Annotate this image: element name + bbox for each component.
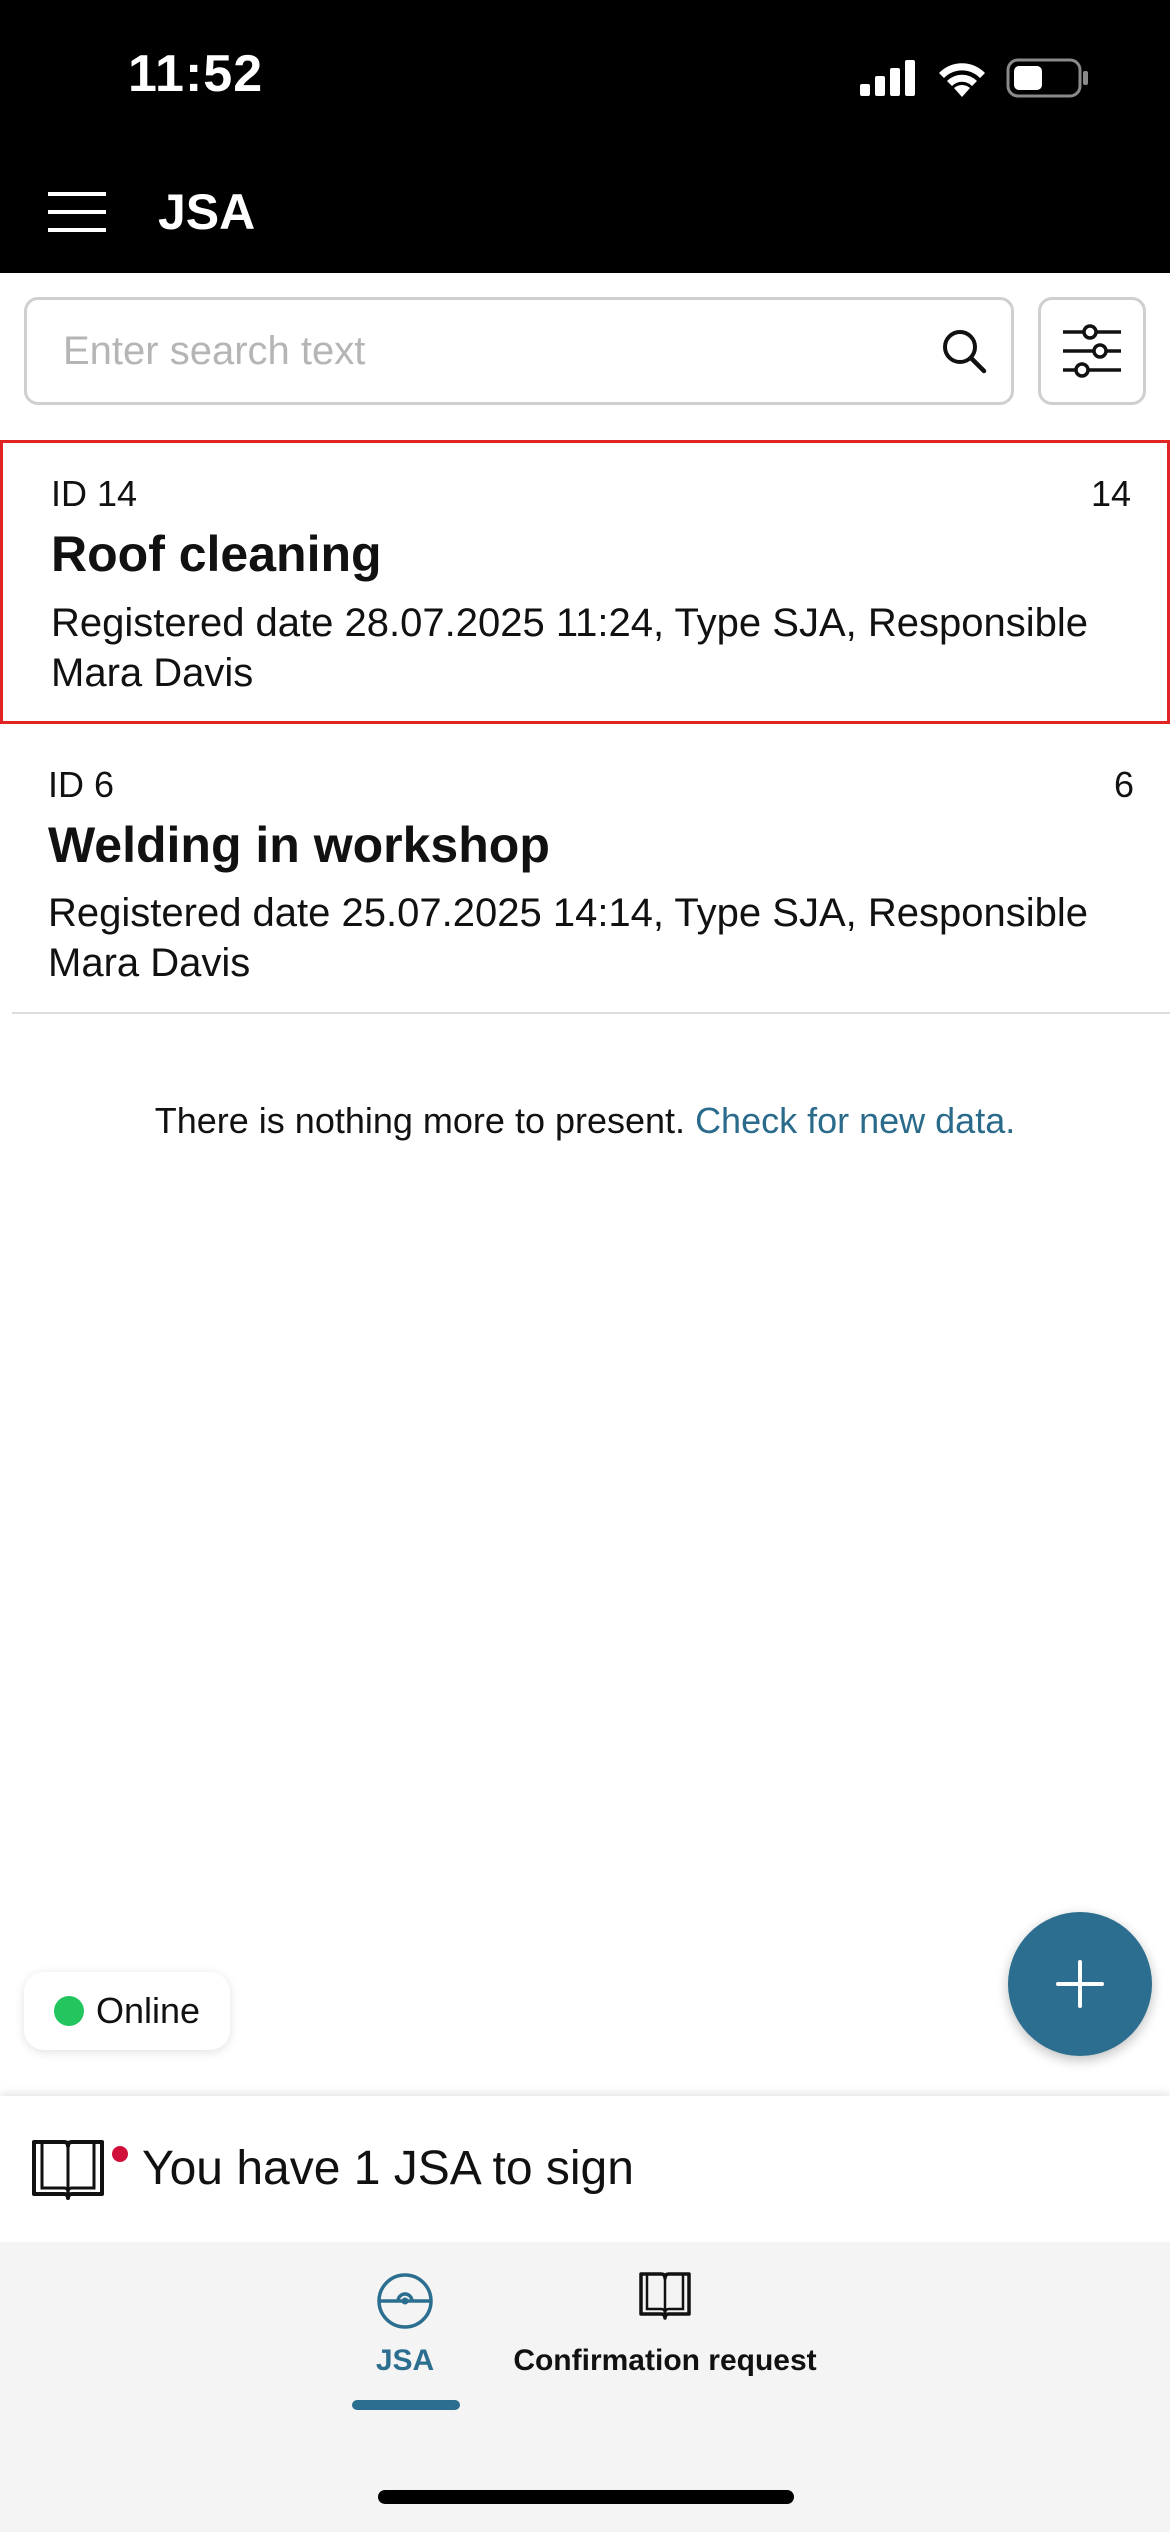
home-indicator bbox=[378, 2490, 794, 2504]
item-title: Roof cleaning bbox=[51, 526, 382, 582]
tab-jsa-label: JSA bbox=[375, 2344, 435, 2377]
plus-icon bbox=[1056, 1960, 1104, 2008]
end-of-list-message: There is nothing more to present. Check … bbox=[0, 1100, 1170, 1142]
tab-confirmation-request-label: Confirmation request bbox=[513, 2344, 817, 2377]
item-count: 14 bbox=[1090, 473, 1131, 514]
item-id: ID 14 bbox=[51, 473, 138, 514]
signal-icon bbox=[860, 60, 915, 96]
online-dot-icon bbox=[54, 1996, 84, 2026]
wifi-icon bbox=[939, 63, 985, 97]
item-id: ID 6 bbox=[48, 764, 115, 805]
item-count: 6 bbox=[1113, 764, 1134, 805]
notification-dot-icon bbox=[112, 2146, 128, 2162]
filter-button[interactable] bbox=[1038, 297, 1146, 405]
tab-confirmation-request[interactable]: Confirmation request bbox=[500, 2242, 830, 2422]
helmet-icon bbox=[377, 2273, 433, 2329]
app-header: JSA bbox=[0, 150, 1170, 273]
active-tab-indicator bbox=[352, 2400, 460, 2410]
page-title: JSA bbox=[158, 184, 256, 240]
book-open-icon bbox=[639, 2272, 691, 2320]
search-box bbox=[24, 297, 1014, 405]
add-jsa-button[interactable] bbox=[1008, 1912, 1152, 2056]
item-description: Registered date 28.07.2025 11:24, Type S… bbox=[51, 601, 1089, 695]
item-title: Welding in workshop bbox=[48, 817, 550, 873]
check-new-data-link[interactable]: Check for new data. bbox=[695, 1100, 1015, 1141]
sign-banner-text: You have 1 JSA to sign bbox=[142, 2142, 634, 2195]
tab-jsa[interactable]: JSA bbox=[340, 2242, 470, 2422]
status-time: 11:52 bbox=[128, 45, 264, 103]
end-message-text: There is nothing more to present. bbox=[154, 1100, 686, 1141]
list-item[interactable]: ID 14 14 Roof cleaning Registered date 2… bbox=[0, 440, 1170, 724]
filter-sliders-icon bbox=[1063, 324, 1121, 378]
battery-icon bbox=[1006, 58, 1088, 98]
list-item[interactable]: ID 6 6 Welding in workshop Registered da… bbox=[0, 740, 1170, 1010]
status-icons bbox=[860, 55, 1090, 101]
search-icon[interactable] bbox=[939, 326, 989, 376]
hamburger-menu-icon[interactable] bbox=[46, 180, 110, 244]
book-open-icon bbox=[32, 2140, 104, 2200]
status-bar: 11:52 bbox=[0, 0, 1170, 150]
item-description: Registered date 25.07.2025 14:14, Type S… bbox=[48, 891, 1088, 985]
sign-banner[interactable]: You have 1 JSA to sign bbox=[0, 2096, 1170, 2242]
connection-status-label: Online bbox=[96, 1990, 201, 2031]
list-divider bbox=[12, 1012, 1170, 1014]
search-input[interactable] bbox=[63, 300, 923, 402]
connection-status-badge: Online bbox=[24, 1972, 230, 2050]
